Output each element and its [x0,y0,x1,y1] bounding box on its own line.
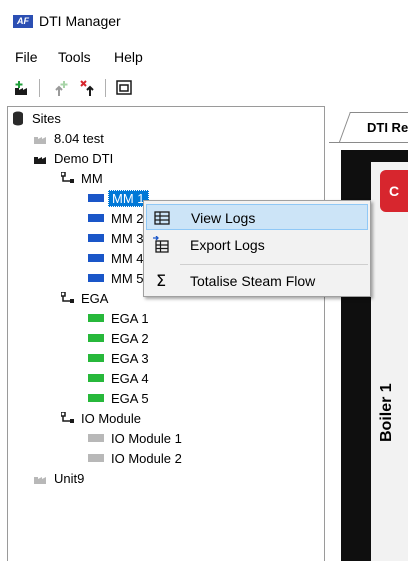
tree-label: MM 2 [111,211,144,226]
add-device-icon[interactable] [50,78,72,98]
menu-item-export-logs[interactable]: Export Logs [146,232,368,258]
group-icon [61,292,74,303]
device-icon [88,234,104,242]
tree-label: IO Module 2 [111,451,182,466]
sites-tree[interactable]: Sites 8.04 test Demo DTI MM MM 1 MM 2 MM… [7,106,325,561]
export-table-icon [153,236,169,253]
factory-icon [34,137,46,144]
tree-label: EGA [81,291,109,306]
tree-label: Unit9 [54,471,85,486]
menu-bar: File Tools Help [0,44,408,70]
add-site-icon[interactable] [12,78,34,98]
sigma-icon: Σ [155,271,167,290]
tree-label: EGA 2 [111,331,149,346]
device-icon [88,254,104,262]
tree-label: 8.04 test [54,131,104,146]
device-icon [88,394,104,402]
tab-label: DTI Re [367,120,408,135]
tree-label: Sites [32,111,61,126]
device-icon [88,274,104,282]
tree-label: IO Module 1 [111,431,182,446]
device-icon [88,374,104,382]
red-button-label: C [389,183,400,199]
menu-item-view-logs[interactable]: View Logs [146,204,368,230]
remove-device-icon[interactable] [79,78,101,98]
tree-label: IO Module [81,411,141,426]
tab-underline [329,142,408,143]
menu-tools[interactable]: Tools [58,49,91,65]
tree-label: Demo DTI [54,151,114,166]
tree-label: MM 3 [111,231,144,246]
factory-icon [34,477,46,484]
menu-item-label: Export Logs [190,237,265,253]
tree-node-device[interactable]: MM 1 [88,189,150,209]
toolbar-separator [105,79,106,97]
tree-label: EGA 1 [111,311,149,326]
tree-label: MM 5 [111,271,144,286]
window-icon[interactable] [113,78,135,98]
device-icon [88,354,104,362]
window-title: DTI Manager [39,13,121,29]
boiler-label: Boiler 1 [378,383,395,442]
menu-help[interactable]: Help [114,49,143,65]
tree-label: EGA 5 [111,391,149,406]
device-icon [88,454,104,462]
tree-label: MM 4 [111,251,144,266]
boiler-panel [371,162,408,561]
device-icon [88,194,104,202]
table-icon [154,211,170,225]
title-bar: AF DTI Manager [0,0,408,38]
device-icon [88,314,104,322]
tree-label: EGA 3 [111,351,149,366]
menu-separator [180,264,368,265]
group-icon [61,412,74,423]
toolbar-separator [39,79,40,97]
device-icon [88,434,104,442]
menu-item-label: Totalise Steam Flow [190,273,316,289]
device-icon [88,334,104,342]
factory-icon [34,157,46,164]
app-logo: AF [13,15,33,28]
database-icon [13,111,23,126]
toolbar [0,76,408,102]
menu-item-label: View Logs [191,210,256,226]
tree-label: MM [81,171,103,186]
menu-item-totalise-steam-flow[interactable]: Σ Totalise Steam Flow [146,268,368,294]
menu-file[interactable]: File [15,49,38,65]
device-icon [88,214,104,222]
context-menu: View Logs Export Logs Σ Totalise Steam F… [143,200,371,297]
group-icon [61,172,74,183]
red-action-button[interactable]: C [380,170,408,212]
tree-label: EGA 4 [111,371,149,386]
